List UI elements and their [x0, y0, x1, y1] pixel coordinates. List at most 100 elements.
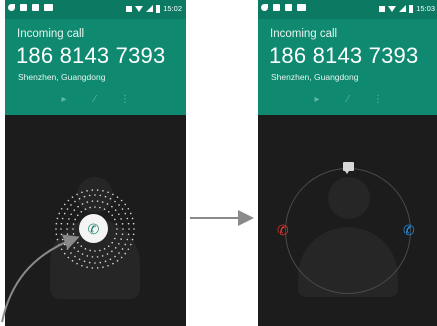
glow-dot: [96, 256, 99, 258]
glow-dot: [67, 256, 70, 259]
glow-dot: [116, 196, 119, 198]
status-bar: 15:03: [258, 0, 437, 19]
glow-dot: [107, 245, 110, 247]
glow-dot: [111, 241, 113, 244]
answer-handle-button[interactable]: ✆: [79, 214, 108, 243]
glow-dot: [68, 238, 70, 240]
glow-dot: [63, 203, 66, 206]
glow-dot: [78, 197, 81, 200]
glow-dot: [118, 242, 120, 245]
glow-dot: [74, 200, 76, 203]
wifi-icon: [135, 5, 144, 12]
caller-header: Incoming call 186 8143 7393 Shenzhen, Gu…: [5, 19, 186, 115]
glow-dot: [131, 238, 134, 241]
glow-dot: [103, 248, 106, 250]
caller-location: Shenzhen, Guangdong: [18, 72, 106, 82]
glow-dot: [127, 233, 130, 236]
bluetooth-icon: [379, 5, 386, 12]
glow-dot: [80, 211, 83, 213]
glow-dot: [133, 228, 135, 230]
glow-dot: [109, 197, 112, 200]
glow-dot: [127, 222, 130, 225]
message-notification-icon: [297, 4, 306, 11]
glow-dot: [77, 214, 79, 217]
glow-dot: [60, 207, 63, 210]
glow-dot: [94, 206, 96, 208]
glow-dot: [88, 261, 91, 264]
glow-dot: [112, 262, 114, 265]
glow-dot: [60, 222, 63, 225]
glow-dot: [74, 218, 76, 221]
glow-dot: [115, 233, 118, 235]
reply-message-icon[interactable]: [343, 162, 354, 174]
dialpad-icon[interactable]: ⋮: [119, 94, 131, 106]
glow-dot: [74, 237, 76, 240]
incoming-call-screen-before: 15:02 Incoming call 186 8143 7393 Shenzh…: [5, 0, 186, 326]
glow-dot: [122, 228, 124, 230]
glow-dot: [81, 203, 84, 205]
glow-dot: [58, 212, 61, 215]
glow-dot: [66, 228, 68, 230]
glow-dot: [118, 204, 120, 206]
call-controls: ▸ ⁄ ⋮: [258, 94, 437, 108]
glow-dot: [61, 238, 64, 241]
glow-dot: [107, 191, 109, 194]
glow-dot: [91, 267, 94, 269]
dialpad-icon[interactable]: ⋮: [372, 94, 384, 106]
glow-dot: [86, 255, 89, 257]
glow-dot: [126, 238, 129, 241]
glow-dot: [120, 199, 123, 202]
glow-dot: [111, 214, 113, 217]
glow-dot: [63, 252, 66, 255]
glow-dot: [71, 196, 74, 198]
wifi-icon: [388, 5, 397, 12]
glow-dot: [89, 206, 91, 209]
glow-dot: [68, 218, 70, 220]
glow-dot: [91, 189, 94, 191]
glow-dot: [81, 253, 84, 255]
glow-dot: [66, 248, 69, 250]
incoming-call-screen-after: 15:03 Incoming call 186 8143 7393 Shenzh…: [258, 0, 437, 326]
glow-dot: [73, 247, 76, 249]
mute-mic-icon[interactable]: ⁄: [342, 94, 354, 106]
glow-dot: [66, 223, 69, 225]
glow-dot: [104, 195, 107, 198]
glow-dot: [120, 256, 123, 259]
glow-dot: [124, 212, 127, 215]
glow-dot: [56, 217, 59, 220]
decline-call-icon[interactable]: ✆: [277, 223, 289, 237]
caller-location: Shenzhen, Guangdong: [271, 72, 359, 82]
glow-dot: [116, 260, 119, 262]
glow-dot: [101, 201, 104, 203]
glow-dot: [124, 243, 127, 246]
incoming-call-label: Incoming call: [17, 28, 85, 40]
glow-dot: [131, 217, 134, 220]
answer-call-icon[interactable]: ✆: [403, 223, 415, 237]
glow-dot: [66, 233, 69, 235]
glow-dot: [127, 248, 130, 251]
caller-header: Incoming call 186 8143 7393 Shenzhen, Gu…: [258, 19, 437, 115]
mute-mic-icon[interactable]: ⁄: [89, 94, 101, 106]
glow-dot: [55, 233, 58, 236]
glow-dot: [127, 207, 130, 210]
speaker-icon[interactable]: ▸: [58, 94, 70, 106]
call-action-area: ✆ ✆: [258, 115, 437, 326]
glow-dot: [70, 252, 72, 254]
glow-dot: [63, 212, 66, 215]
glow-dot: [120, 238, 122, 240]
glow-dot: [124, 252, 127, 255]
glow-dot: [73, 209, 76, 211]
caller-number: 186 8143 7393: [269, 43, 419, 68]
glow-dot: [121, 223, 124, 225]
status-time: 15:02: [163, 4, 182, 13]
battery-icon: [156, 4, 161, 13]
call-controls: ▸ ⁄ ⋮: [5, 94, 186, 108]
signal-icon: [399, 5, 407, 12]
glow-dot: [72, 228, 74, 230]
glow-dot: [76, 193, 78, 196]
glow-dot: [132, 233, 135, 236]
speaker-icon[interactable]: ▸: [311, 94, 323, 106]
glow-dot: [60, 248, 63, 251]
glow-dot: [81, 191, 83, 194]
glow-dot: [115, 223, 118, 225]
